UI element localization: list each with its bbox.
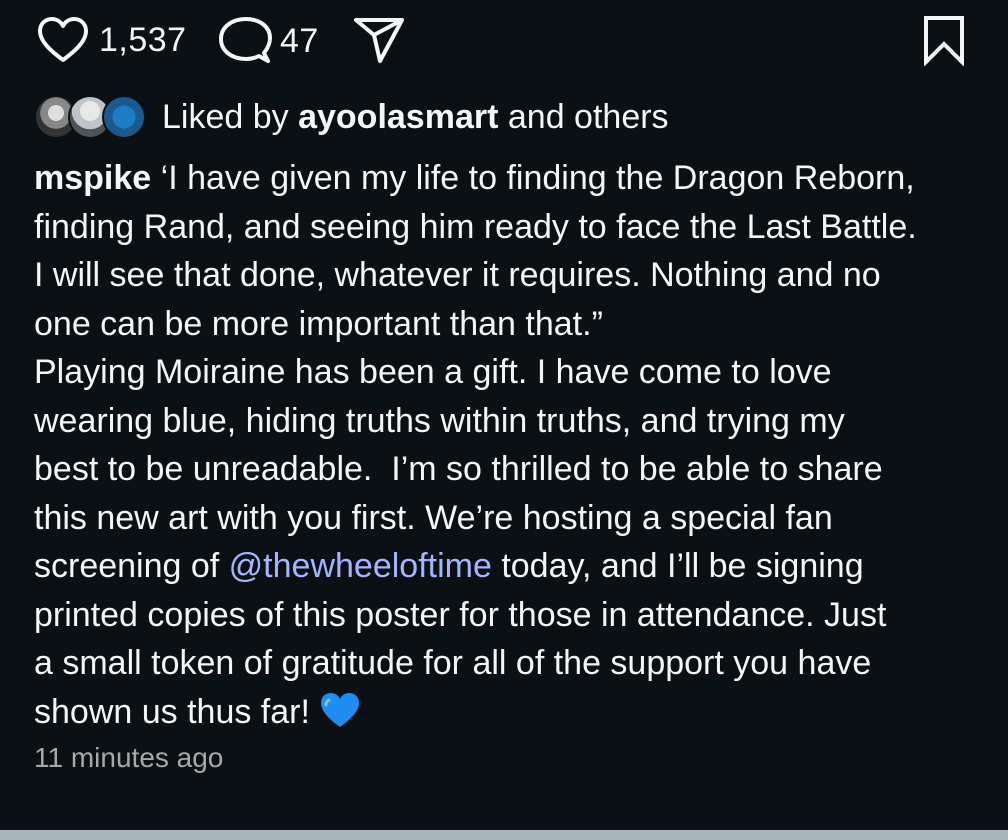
caption-line: Playing Moiraine has been a gift. I have… [34,353,832,391]
post-caption: mspike ‘I have given my life to finding … [34,154,984,736]
caption-line: shown us thus far! [34,688,984,737]
caption-line: wearing blue, hiding truths within truth… [34,401,845,440]
bookmark-icon [924,16,964,66]
caption-line: mspike ‘I have given my life to finding … [34,159,915,197]
caption-line: a small token of gratitude for all of th… [34,644,872,682]
heart-outline-icon [38,17,88,62]
mention-link[interactable]: @thewheeloftime [229,547,492,585]
post-action-bar: 1,537 47 [0,0,1008,80]
comment-button[interactable]: 47 [218,16,319,66]
caption-line: finding Rand, and seeing him ready to fa… [34,207,917,246]
save-button[interactable] [920,14,968,66]
blue-heart-emoji [321,692,360,727]
caption-line: screening of @thewheeloftime today, and … [34,547,864,585]
avatar [102,95,146,139]
comment-bubble-icon [219,17,272,63]
caption-username[interactable]: mspike [34,159,151,197]
liker-avatars [34,94,146,140]
liked-by-text: Liked by ayoolasmart and others [162,94,669,140]
caption-line: best to be unreadable. I’m so thrilled t… [34,450,883,488]
liked-by-row[interactable]: Liked by ayoolasmart and others [34,94,669,140]
caption-line: this new art with you first. We’re hosti… [34,498,833,537]
liked-by-suffix[interactable]: and others [508,98,669,136]
liked-by-username[interactable]: ayoolasmart [298,98,498,136]
paper-plane-icon [354,18,404,63]
caption-line: printed copies of this poster for those … [34,595,887,634]
caption-line: I will see that done, whatever it requir… [34,256,881,294]
comment-count: 47 [280,22,319,60]
bottom-divider [0,830,1008,840]
like-button[interactable]: 1,537 [36,16,187,64]
share-button[interactable] [352,16,406,64]
liked-by-prefix: Liked by [162,98,289,136]
post-timestamp: 11 minutes ago [34,742,224,773]
like-count: 1,537 [99,21,187,59]
caption-line: one can be more important than that.” [34,304,603,343]
